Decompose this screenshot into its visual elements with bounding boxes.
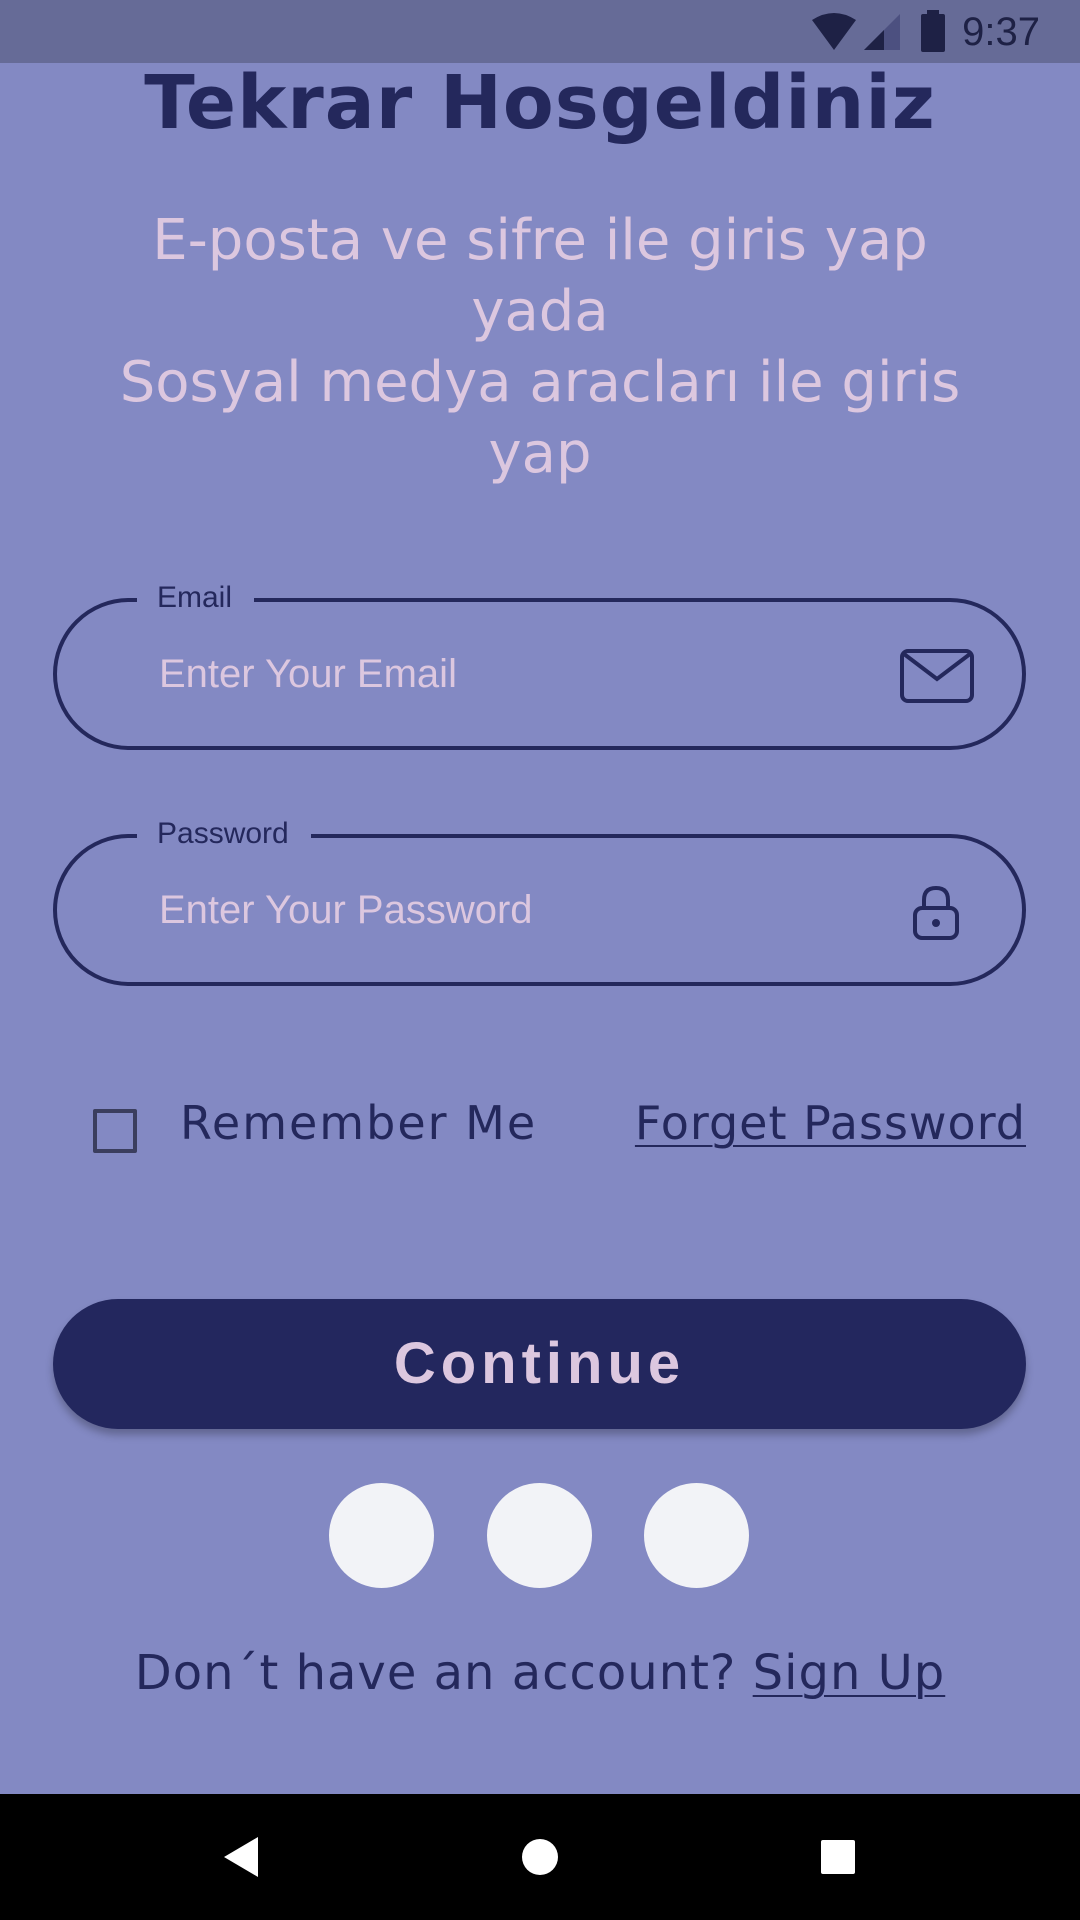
social-login-button[interactable] [329,1483,434,1588]
social-login-button[interactable] [487,1483,592,1588]
password-input[interactable] [159,878,799,942]
forget-password-link[interactable]: Forget Password [635,1096,1026,1150]
page-title: Tekrar Hosgeldiniz [144,60,936,146]
home-icon[interactable] [520,1837,560,1877]
email-input[interactable] [159,642,799,706]
remember-me-checkbox[interactable] [93,1109,137,1153]
wifi-icon [812,13,856,50]
battery-icon [921,10,945,52]
envelope-icon [900,649,974,703]
status-time: 9:37 [962,10,1040,54]
continue-button[interactable]: Continue [53,1299,1026,1429]
signup-prompt: Don´t have an account? Sign Up [0,1645,1080,1701]
back-icon[interactable] [220,1835,260,1879]
lock-icon [913,885,959,940]
sign-up-link[interactable]: Sign Up [753,1645,946,1701]
email-field-label: Email [137,580,255,616]
email-field[interactable]: Email [53,580,1026,750]
password-field-label: Password [137,816,311,852]
navigation-bar [0,1794,1080,1920]
signup-prompt-text: Don´t have an account? [134,1645,753,1701]
remember-me-label: Remember Me [180,1096,538,1150]
recents-icon[interactable] [820,1839,856,1875]
page-subtitle: E-posta ve sifre ile giris yap yada Sosy… [119,208,961,486]
cell-signal-icon [864,14,900,50]
password-field[interactable]: Password [53,816,1026,986]
status-bar: 9:37 [0,0,1080,63]
social-login-button[interactable] [644,1483,749,1588]
